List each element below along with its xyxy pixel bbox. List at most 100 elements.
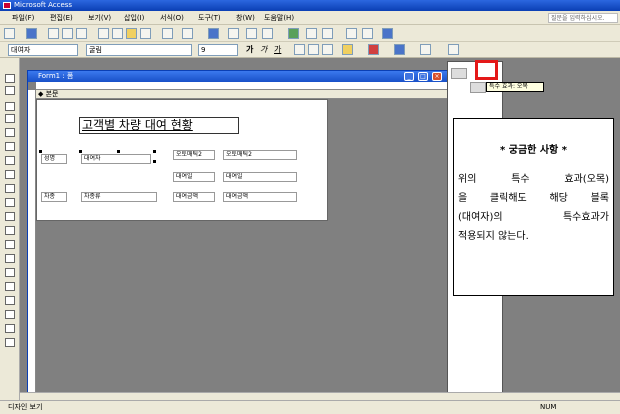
selection-handle[interactable] bbox=[79, 150, 82, 153]
print-icon[interactable] bbox=[48, 28, 59, 39]
line-color-icon[interactable] bbox=[394, 44, 405, 55]
label-name[interactable]: 성명 bbox=[41, 154, 67, 164]
maximize-icon[interactable]: □ bbox=[418, 72, 428, 81]
effect-flat-swatch[interactable] bbox=[451, 68, 467, 79]
new-object-icon[interactable] bbox=[362, 28, 373, 39]
label-rentamount[interactable]: 대여금액 bbox=[173, 192, 215, 202]
database-window-icon[interactable] bbox=[346, 28, 357, 39]
redo-icon[interactable] bbox=[182, 28, 193, 39]
tab-control-icon[interactable] bbox=[5, 282, 15, 291]
hyperlink-icon[interactable] bbox=[208, 28, 219, 39]
subform-icon[interactable] bbox=[5, 296, 15, 305]
special-effect-icon[interactable] bbox=[448, 44, 459, 55]
copy-icon[interactable] bbox=[112, 28, 123, 39]
status-bar: 디자인 보기 NUM bbox=[0, 400, 620, 414]
note-box: * 궁금한 사항 * 위의 특수 효과(오목) 을 클릭해도 해당 블록 (대여… bbox=[453, 118, 614, 296]
command-button-icon[interactable] bbox=[5, 212, 15, 221]
menu-window[interactable]: 창(W) bbox=[236, 13, 255, 23]
field-list-icon[interactable] bbox=[228, 28, 239, 39]
menu-view[interactable]: 보기(V) bbox=[88, 13, 111, 23]
page-break-icon[interactable] bbox=[5, 268, 15, 277]
fill-color-icon[interactable] bbox=[342, 44, 353, 55]
code-icon[interactable] bbox=[288, 28, 299, 39]
view-icon[interactable] bbox=[4, 28, 15, 39]
option-group-icon[interactable] bbox=[5, 128, 15, 137]
rectangle-tool-icon[interactable] bbox=[5, 324, 15, 333]
print-preview-icon[interactable] bbox=[62, 28, 73, 39]
image-tool-icon[interactable] bbox=[5, 226, 15, 235]
checkbox-tool-icon[interactable] bbox=[5, 170, 15, 179]
selection-handle[interactable] bbox=[117, 150, 120, 153]
textbox-tool-icon[interactable] bbox=[5, 114, 15, 123]
combo-box-icon[interactable] bbox=[5, 184, 15, 193]
minimize-icon[interactable]: _ bbox=[404, 72, 414, 81]
cut-icon[interactable] bbox=[98, 28, 109, 39]
menu-format[interactable]: 서식(O) bbox=[160, 13, 184, 23]
textbox-rentamount[interactable]: 대여금액 bbox=[223, 192, 297, 202]
spelling-icon[interactable] bbox=[76, 28, 87, 39]
menu-help[interactable]: 도움말(H) bbox=[264, 13, 294, 23]
textbox-cartype[interactable]: 차종류 bbox=[81, 192, 157, 202]
label-rentday[interactable]: 대여일 bbox=[173, 172, 215, 182]
textbox-renter[interactable]: 대여자 bbox=[81, 154, 151, 164]
menu-file[interactable]: 파일(F) bbox=[12, 13, 34, 23]
option-button-icon[interactable] bbox=[5, 156, 15, 165]
font-color-icon[interactable] bbox=[368, 44, 379, 55]
underline-button[interactable]: 가 bbox=[274, 44, 281, 56]
detail-section[interactable]: 고객별 차량 대여 현황 성명 대여자 오토매틱2 오토매틱2 대여일 대여일 … bbox=[36, 99, 328, 221]
close-icon[interactable]: × bbox=[432, 72, 442, 81]
toggle-button-icon[interactable] bbox=[5, 142, 15, 151]
build-icon[interactable] bbox=[322, 28, 333, 39]
align-left-icon[interactable] bbox=[294, 44, 305, 55]
font-select[interactable]: 굴림 bbox=[86, 44, 192, 56]
undo-icon[interactable] bbox=[162, 28, 173, 39]
control-wizard-icon[interactable] bbox=[5, 86, 15, 95]
textbox-rentday[interactable]: 대여일 bbox=[223, 172, 297, 182]
menu-insert[interactable]: 삽입(I) bbox=[124, 13, 144, 23]
object-select[interactable]: 대여자 bbox=[8, 44, 78, 56]
more-controls-icon[interactable] bbox=[5, 338, 15, 347]
unbound-frame-icon[interactable] bbox=[5, 240, 15, 249]
menu-tools[interactable]: 도구(T) bbox=[198, 13, 221, 23]
label-auto1[interactable]: 오토매틱2 bbox=[173, 150, 215, 160]
format-toolbar: 대여자 굴림 9 가 가 가 bbox=[0, 42, 620, 58]
textbox-auto1[interactable]: 오토매틱2 bbox=[223, 150, 297, 160]
italic-button[interactable]: 가 bbox=[260, 44, 267, 56]
bold-button[interactable]: 가 bbox=[246, 44, 253, 56]
menu-edit[interactable]: 편집(E) bbox=[50, 13, 73, 23]
align-right-icon[interactable] bbox=[322, 44, 333, 55]
note-line: 위의 특수 효과(오목) bbox=[458, 174, 609, 185]
tooltip: 특수 효과: 오목 bbox=[486, 82, 544, 92]
line-tool-icon[interactable] bbox=[5, 310, 15, 319]
label-cartype[interactable]: 차종 bbox=[41, 192, 67, 202]
toolbox-strip bbox=[0, 58, 20, 400]
selection-handle[interactable] bbox=[39, 150, 42, 153]
font-size-select[interactable]: 9 bbox=[198, 44, 238, 56]
horizontal-ruler bbox=[36, 82, 448, 90]
selection-handle[interactable] bbox=[153, 160, 156, 163]
toolbox-icon[interactable] bbox=[246, 28, 257, 39]
horizontal-scrollbar[interactable] bbox=[20, 392, 620, 400]
selection-handle[interactable] bbox=[153, 150, 156, 153]
properties-icon[interactable] bbox=[306, 28, 317, 39]
autoformat-icon[interactable] bbox=[262, 28, 273, 39]
save-icon[interactable] bbox=[26, 28, 37, 39]
help-search-box[interactable]: 질문을 입력하십시오. bbox=[548, 13, 618, 23]
format-painter-icon[interactable] bbox=[140, 28, 151, 39]
list-box-icon[interactable] bbox=[5, 198, 15, 207]
bound-frame-icon[interactable] bbox=[5, 254, 15, 263]
form-window-titlebar: Form1 : 폼 _ □ × bbox=[28, 71, 448, 82]
line-width-icon[interactable] bbox=[420, 44, 431, 55]
section-arrow-icon: ◆ bbox=[38, 90, 46, 98]
form-heading-label[interactable]: 고객별 차량 대여 현황 bbox=[79, 117, 239, 134]
highlight-sunken-effect[interactable] bbox=[475, 60, 498, 80]
label-tool-icon[interactable] bbox=[5, 102, 15, 111]
select-objects-icon[interactable] bbox=[5, 74, 15, 83]
help-icon[interactable] bbox=[382, 28, 393, 39]
paste-icon[interactable] bbox=[126, 28, 137, 39]
form-design-window: Form1 : 폼 _ □ × ◆ 본문 고객별 차량 대여 현황 성명 대여자… bbox=[27, 70, 449, 393]
align-center-icon[interactable] bbox=[308, 44, 319, 55]
access-app-icon bbox=[3, 2, 11, 9]
form-window-title: Form1 : 폼 bbox=[38, 72, 74, 80]
effect-raised-swatch[interactable] bbox=[470, 82, 486, 93]
